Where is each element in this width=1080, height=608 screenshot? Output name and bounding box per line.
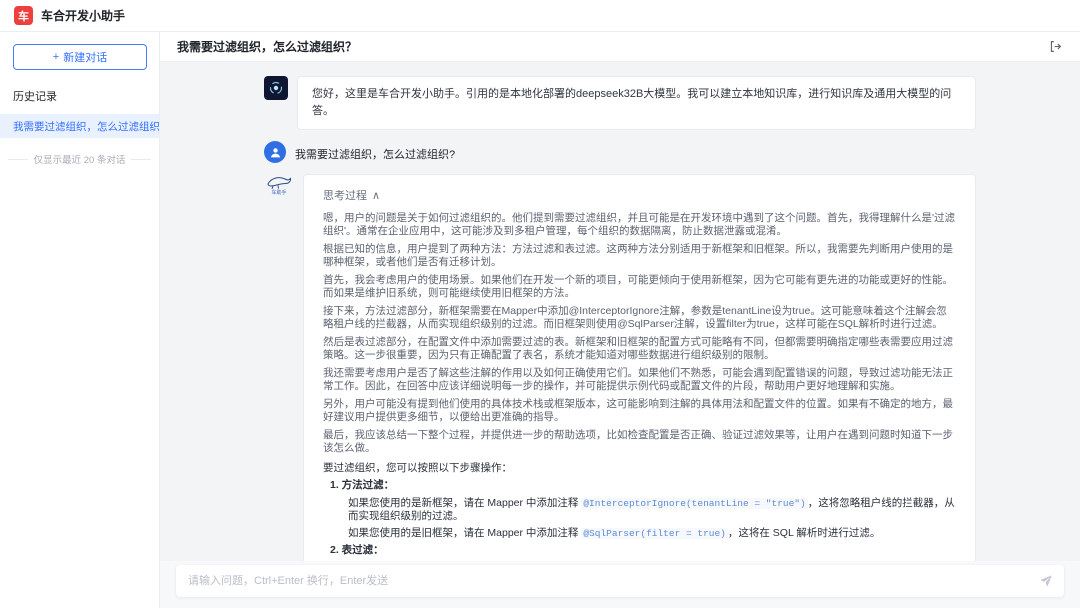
assistant-message-greeting: 您好，这里是车合开发小助手。引用的是本地化部署的deepseek32B大模型。我… [264, 76, 976, 130]
thinking-toggle[interactable]: 思考过程 ∧ [323, 187, 380, 203]
user-question-text: 我需要过滤组织，怎么过滤组织? [295, 141, 455, 162]
message-input[interactable] [176, 565, 1064, 597]
thinking-paragraph: 根据已知的信息，用户提到了两种方法：方法过滤和表过滤。这两种方法分别适用于新框架… [323, 243, 956, 269]
thinking-toggle-label: 思考过程 [323, 187, 367, 203]
inline-code: @InterceptorIgnore(tenantLine = "true") [581, 498, 807, 509]
user-message: 我需要过滤组织，怎么过滤组织? [264, 141, 976, 163]
assistant-greeting-text: 您好，这里是车合开发小助手。引用的是本地化部署的deepseek32B大模型。我… [297, 76, 976, 130]
thinking-paragraph: 接下来，方法过滤部分，新框架需要在Mapper中添加@InterceptorIg… [323, 305, 956, 331]
plus-icon: + [53, 51, 59, 63]
thinking-paragraph: 最后，我应该总结一下整个过程，并提供进一步的帮助选项，比如检查配置是否正确、验证… [323, 429, 956, 455]
thinking-paragraph: 嗯，用户的问题是关于如何过滤组织的。他们提到需要过滤组织，并且可能是在开发环境中… [323, 212, 956, 238]
thinking-paragraph: 然后是表过滤部分，在配置文件中添加需要过滤的表。新框架和旧框架的配置方式可能略有… [323, 336, 956, 362]
app-header: 车 车合开发小助手 [0, 0, 1080, 32]
history-limit-note-text: 仅显示最近 20 条对话 [34, 152, 126, 166]
whale-avatar: 车助手 [264, 174, 294, 196]
chat-main: 我需要过滤组织，怎么过滤组织？ [160, 32, 1080, 608]
assistant-message-answer: 车助手 思考过程 ∧ 嗯，用户的问题是关于如何过滤组织的。他们提到需要过滤组织，… [264, 174, 976, 561]
sidebar: + 新建对话 历史记录 我需要过滤组织，怎么过滤组织? 仅显示最近 20 条对话 [0, 32, 160, 608]
app-title: 车合开发小助手 [41, 7, 125, 24]
answer-content: 要过滤组织，您可以按照以下步骤操作： 1. 方法过滤： 如果您使用的是新框架，请… [323, 462, 956, 561]
step1-old-suffix: ，这将在 SQL 解析时进行过滤。 [728, 527, 880, 539]
thinking-paragraph: 我还需要考虑用户是否了解这些注解的作用以及如何正确使用它们。如果他们不熟悉，可能… [323, 367, 956, 393]
inline-code: @SqlParser(filter = true) [581, 528, 728, 539]
app-window: 车 车合开发小助手 + 新建对话 历史记录 我需要过滤组织，怎么过滤组织? 仅显… [0, 0, 1080, 608]
sidebar-history-item-active[interactable]: 我需要过滤组织，怎么过滤组织? [0, 114, 159, 138]
answer-card: 思考过程 ∧ 嗯，用户的问题是关于如何过滤组织的。他们提到需要过滤组织，并且可能… [303, 174, 976, 561]
new-chat-label: 新建对话 [63, 49, 107, 65]
answer-step2-title: 2. 表过滤： [330, 544, 956, 557]
answer-step1-old: 如果您使用的是旧框架，请在 Mapper 中添加注释 @SqlParser(fi… [348, 527, 956, 540]
input-bar [160, 561, 1080, 608]
thinking-paragraph: 首先，我会考虑用户的使用场景。如果他们在开发一个新的项目，可能更倾向于使用新框架… [323, 274, 956, 300]
message-input-box [176, 565, 1064, 597]
chevron-up-icon: ∧ [372, 189, 380, 202]
app-logo: 车 [14, 6, 33, 25]
answer-intro: 要过滤组织，您可以按照以下步骤操作： [323, 462, 956, 475]
answer-step1-title: 1. 方法过滤： [330, 479, 956, 492]
whale-avatar-label: 车助手 [271, 191, 286, 196]
answer-step1-new: 如果您使用的是新框架，请在 Mapper 中添加注释 @InterceptorI… [348, 497, 956, 523]
step1-old-prefix: 如果您使用的是旧框架，请在 Mapper 中添加注释 [348, 527, 581, 539]
message-list[interactable]: 您好，这里是车合开发小助手。引用的是本地化部署的deepseek32B大模型。我… [160, 62, 1080, 561]
user-avatar [264, 141, 286, 163]
send-icon[interactable] [1038, 573, 1054, 589]
export-icon[interactable] [1047, 39, 1063, 55]
history-limit-note: 仅显示最近 20 条对话 [0, 152, 159, 166]
thinking-content: 嗯，用户的问题是关于如何过滤组织的。他们提到需要过滤组织，并且可能是在开发环境中… [323, 212, 956, 455]
new-chat-button[interactable]: + 新建对话 [13, 44, 147, 70]
history-section-label: 历史记录 [0, 84, 159, 114]
chat-titlebar: 我需要过滤组织，怎么过滤组织？ [160, 32, 1080, 62]
assistant-avatar [264, 76, 288, 100]
step1-new-prefix: 如果您使用的是新框架，请在 Mapper 中添加注释 [348, 497, 581, 509]
chat-title: 我需要过滤组织，怎么过滤组织？ [177, 38, 357, 55]
thinking-paragraph: 另外，用户可能没有提到他们使用的具体技术栈或框架版本，这可能影响到注解的具体用法… [323, 398, 956, 424]
